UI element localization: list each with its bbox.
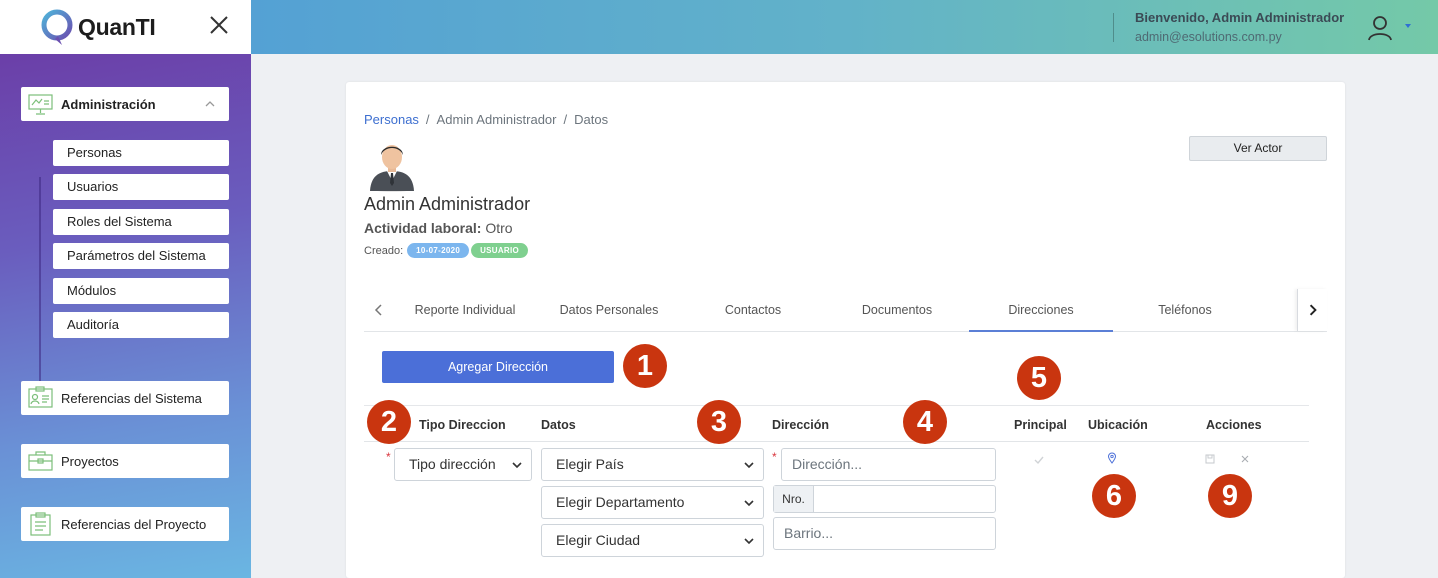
app-logo-text: QuanTI <box>78 13 156 40</box>
chevron-down-icon <box>744 462 754 469</box>
person-name: Admin Administrador <box>364 194 531 214</box>
presentation-board-icon <box>28 94 53 115</box>
person-avatar <box>370 145 414 192</box>
tabs-scroll-left-icon[interactable] <box>364 289 394 331</box>
person-detail-card: Personas / Admin Administrador / Datos Ver A… <box>346 82 1345 578</box>
sidebar-subitem-parametros[interactable]: Parámetros del Sistema <box>53 243 229 269</box>
quanti-logo-icon <box>41 9 73 45</box>
logo-area: QuanTI <box>0 0 251 54</box>
tabs-scroll-right-icon[interactable] <box>1297 289 1327 331</box>
step-marker-6: 6 <box>1092 474 1136 518</box>
sidebar-subitem-personas[interactable]: Personas <box>53 140 229 166</box>
tab-contactos[interactable]: Contactos <box>684 289 822 332</box>
sidebar-item-administracion[interactable]: Administración <box>21 87 229 121</box>
sidebar-item-label: Referencias del Sistema <box>61 390 202 406</box>
step-marker-5: 5 <box>1017 356 1061 400</box>
tab-telefonos[interactable]: Teléfonos <box>1116 289 1254 332</box>
direccion-input[interactable]: Dirección... <box>781 448 996 481</box>
chevron-down-icon <box>744 500 754 507</box>
check-icon[interactable] <box>1033 454 1045 466</box>
step-marker-9: 9 <box>1208 474 1252 518</box>
briefcase-icon <box>28 451 53 471</box>
created-date-badge: 10-07-2020 <box>407 243 470 258</box>
nro-input-group[interactable]: Nro. <box>773 485 996 513</box>
sidebar-subitem-modulos[interactable]: Módulos <box>53 278 229 304</box>
save-icon[interactable] <box>1204 453 1216 465</box>
id-card-icon <box>28 386 53 408</box>
sidebar-item-label: Administración <box>61 96 156 112</box>
chevron-down-icon <box>512 462 522 469</box>
tipo-direccion-value: Tipo dirección <box>409 456 496 472</box>
close-sidebar-icon[interactable] <box>207 13 231 37</box>
actividad-value: Otro <box>485 220 513 236</box>
app-logo[interactable]: QuanTI <box>40 8 156 46</box>
sidebar-item-label: Proyectos <box>61 453 119 469</box>
actividad-label: Actividad laboral: <box>364 220 482 236</box>
required-asterisk: * <box>386 450 391 464</box>
cancel-icon[interactable] <box>1239 453 1251 465</box>
step-marker-1: 1 <box>623 344 667 388</box>
welcome-text: Bienvenido, Admin Administrador <box>1135 10 1345 25</box>
sidebar-tree-line <box>39 177 41 405</box>
ver-actor-button[interactable]: Ver Actor <box>1189 136 1327 161</box>
ciudad-value: Elegir Ciudad <box>556 532 641 548</box>
sidebar-item-referencias-proyecto[interactable]: Referencias del Proyecto <box>21 507 229 541</box>
breadcrumb-separator: / <box>563 112 568 127</box>
column-ubicacion: Ubicación <box>1088 418 1148 432</box>
breadcrumb-item-current: Datos <box>574 112 609 127</box>
ciudad-select[interactable]: Elegir Ciudad <box>541 524 764 557</box>
tab-reporte-individual[interactable]: Reporte Individual <box>396 289 534 332</box>
step-marker-3: 3 <box>697 400 741 444</box>
sidebar-subitem-usuarios[interactable]: Usuarios <box>53 174 229 200</box>
pais-value: Elegir País <box>556 456 624 472</box>
pais-select[interactable]: Elegir País <box>541 448 764 481</box>
step-marker-4: 4 <box>903 400 947 444</box>
tipo-direccion-select[interactable]: Tipo dirección <box>394 448 532 481</box>
user-menu-caret-icon[interactable] <box>1405 24 1411 28</box>
departamento-value: Elegir Departamento <box>556 494 685 510</box>
creado-row: Creado: 10-07-2020 USUARIO <box>364 243 529 258</box>
column-datos: Datos <box>541 418 576 432</box>
chevron-up-icon[interactable] <box>205 99 215 109</box>
column-direccion: Dirección <box>772 418 829 432</box>
user-email: admin@esolutions.com.py <box>1135 30 1282 44</box>
sidebar-item-label: Referencias del Proyecto <box>61 516 207 532</box>
barrio-input[interactable]: Barrio... <box>773 517 996 550</box>
column-acciones: Acciones <box>1206 418 1262 432</box>
chevron-down-icon <box>744 538 754 545</box>
tab-direcciones[interactable]: Direcciones <box>969 289 1113 332</box>
sidebar-item-proyectos[interactable]: Proyectos <box>21 444 229 478</box>
sidebar-item-referencias-sistema[interactable]: Referencias del Sistema <box>21 381 229 415</box>
sidebar-subitem-auditoria[interactable]: Auditoría <box>53 312 229 338</box>
breadcrumb-separator: / <box>425 112 430 127</box>
column-principal: Principal <box>1014 418 1067 432</box>
actividad-laboral: Actividad laboral: Otro <box>364 220 513 236</box>
sidebar-subitem-roles[interactable]: Roles del Sistema <box>53 209 229 235</box>
direcciones-table-header: Tipo Direccion Datos Dirección Principal… <box>364 405 1309 442</box>
user-avatar-icon[interactable] <box>1366 14 1394 42</box>
clipboard-icon <box>30 512 51 536</box>
required-asterisk: * <box>772 450 777 464</box>
step-marker-2: 2 <box>367 400 411 444</box>
breadcrumb-link-personas[interactable]: Personas <box>364 112 419 127</box>
role-badge: USUARIO <box>471 243 529 258</box>
nro-label: Nro. <box>774 486 814 512</box>
topbar-divider <box>1113 13 1114 42</box>
tab-datos-personales[interactable]: Datos Personales <box>540 289 678 332</box>
creado-label: Creado: <box>364 244 404 257</box>
map-pin-icon[interactable] <box>1106 452 1118 464</box>
detail-tabs: Reporte Individual Datos Personales Cont… <box>364 289 1327 332</box>
agregar-direccion-button[interactable]: Agregar Dirección <box>382 351 614 383</box>
breadcrumb-item-person: Admin Administrador <box>436 112 557 127</box>
column-tipo-direccion: Tipo Direccion <box>419 418 506 432</box>
top-bar: Bienvenido, Admin Administrador admin@es… <box>251 0 1438 54</box>
departamento-select[interactable]: Elegir Departamento <box>541 486 764 519</box>
tab-documentos[interactable]: Documentos <box>828 289 966 332</box>
breadcrumb: Personas / Admin Administrador / Datos <box>364 112 608 127</box>
